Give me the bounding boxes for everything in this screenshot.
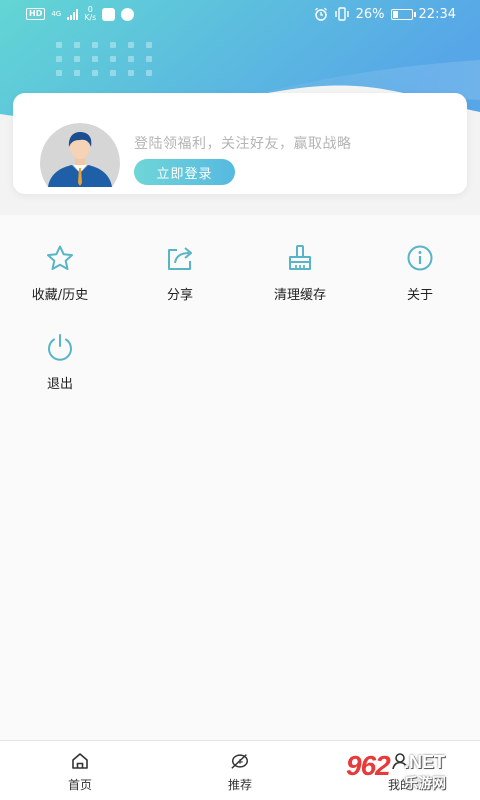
menu-grid: 收藏/历史 分享 清理缓存 关于 退出 <box>0 215 480 393</box>
decorative-dot-grid <box>56 42 152 76</box>
nav-item-home[interactable]: 首页 <box>0 741 160 800</box>
network-type: 4G <box>51 10 62 18</box>
default-avatar[interactable] <box>40 123 120 187</box>
watermark-sub: 乐游网 <box>404 776 446 792</box>
watermark-logo: 962 <box>346 750 391 781</box>
menu-item-share[interactable]: 分享 <box>120 215 240 304</box>
menu-item-about[interactable]: 关于 <box>360 215 480 304</box>
menu-item-clear-cache[interactable]: 清理缓存 <box>240 215 360 304</box>
network-indicator: 4G <box>51 10 61 18</box>
alarm-icon <box>314 7 327 21</box>
status-bar: HD 4G 0 K/s 26% 22:34 <box>0 0 480 28</box>
menu-label: 清理缓存 <box>273 288 326 303</box>
watermark-net: .NET <box>404 752 446 772</box>
menu-label: 收藏/历史 <box>31 288 89 303</box>
home-icon <box>70 751 90 771</box>
nav-item-recommend[interactable]: 推荐 <box>160 741 320 800</box>
share-icon <box>165 243 195 273</box>
leaf-icon <box>230 751 250 771</box>
login-card: 登陆领福利，关注好友，赢取战略 立即登录 <box>13 93 467 194</box>
signal-icon <box>67 8 79 20</box>
info-icon <box>405 243 435 273</box>
power-icon <box>45 332 75 362</box>
menu-label: 退出 <box>46 377 73 392</box>
menu-item-favorites-history[interactable]: 收藏/历史 <box>0 215 120 304</box>
menu-item-logout[interactable]: 退出 <box>0 304 120 393</box>
nav-label: 首页 <box>67 778 92 792</box>
avatar-icon <box>40 123 120 187</box>
login-button[interactable]: 立即登录 <box>134 159 235 185</box>
battery-icon <box>390 8 416 20</box>
app-notification-icon <box>102 7 116 21</box>
hd-badge: HD <box>26 8 46 20</box>
brush-icon <box>285 243 315 273</box>
menu-label: 关于 <box>406 288 433 303</box>
net-speed-unit: K/s <box>84 13 97 22</box>
star-icon <box>45 243 75 273</box>
login-tip-text: 登陆领福利，关注好友，赢取战略 <box>134 136 352 152</box>
net-speed: 0 K/s <box>84 6 96 22</box>
site-watermark: 962 .NET 乐游网 <box>344 748 474 796</box>
status-left: HD 4G 0 K/s <box>26 6 135 22</box>
status-right: 26% 22:34 <box>314 7 456 22</box>
nav-label: 推荐 <box>227 778 252 792</box>
chat-notification-icon <box>121 7 135 21</box>
clock: 22:34 <box>418 6 456 22</box>
battery-percent: 26% <box>355 6 385 22</box>
menu-label: 分享 <box>166 288 193 303</box>
vibrate-icon <box>334 7 349 21</box>
